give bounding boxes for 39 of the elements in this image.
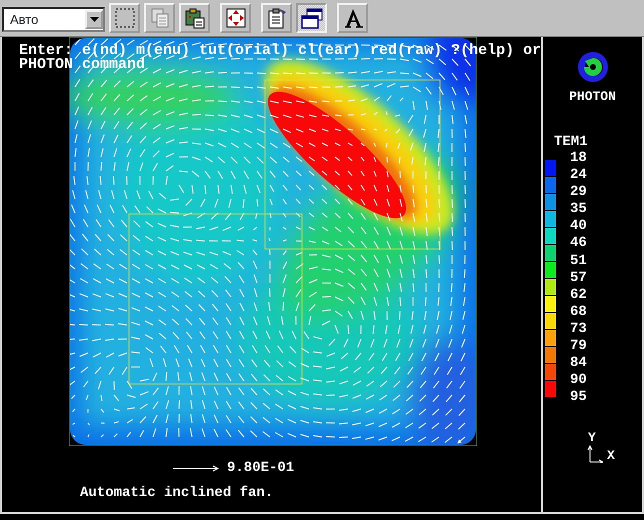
legend-value: 40	[569, 218, 587, 236]
window-icon	[300, 7, 322, 29]
legend-value: 29	[569, 184, 587, 202]
legend-value: 57	[569, 270, 587, 287]
clipboard-icon	[266, 7, 288, 29]
four-arrows-icon	[224, 7, 246, 29]
four-arrows-button[interactable]	[220, 3, 251, 33]
logo-icon	[576, 51, 608, 83]
copy-icon	[148, 7, 170, 29]
plot-caption: Automatic inclined fan.	[80, 484, 274, 503]
vector-scale-label: 9.80E-01	[227, 459, 294, 478]
legend-value: 90	[569, 372, 587, 390]
mode-dropdown[interactable]: Авто	[2, 7, 105, 32]
legend-value: 84	[569, 355, 587, 372]
legend-value: 51	[569, 252, 587, 270]
legend-value: 79	[569, 338, 587, 356]
legend-title: TEM1	[553, 134, 588, 150]
x-axis-label: X	[607, 449, 615, 463]
clipboard-button[interactable]	[261, 3, 292, 33]
paste-icon	[184, 7, 206, 29]
legend-value: 18	[569, 150, 587, 168]
caret-icon	[90, 17, 98, 22]
letter-a-button[interactable]	[337, 3, 368, 33]
dropdown-value: Авто	[10, 10, 38, 29]
vector-scale-arrow	[173, 465, 219, 472]
legend-value: 95	[569, 389, 587, 406]
paste-button[interactable]	[179, 3, 210, 33]
axes-arrows-icon	[587, 445, 603, 463]
legend-value: 62	[569, 286, 587, 304]
select-rectangle-icon	[114, 7, 136, 29]
legend-value: 68	[569, 304, 587, 321]
y-axis-label: Y	[587, 431, 597, 445]
select-rectangle-button[interactable]	[109, 3, 140, 33]
window-button[interactable]	[296, 3, 327, 33]
legend-value: 24	[569, 167, 587, 184]
legend-value: 46	[569, 235, 587, 253]
legend-value: 35	[569, 201, 587, 218]
legend-value: 73	[569, 320, 587, 338]
logo-text: PHOTON	[569, 88, 616, 106]
